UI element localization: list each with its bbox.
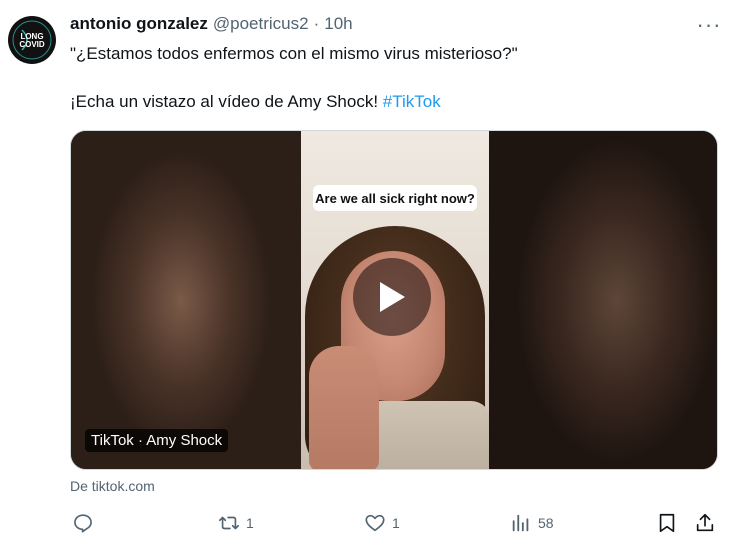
views-count: 58	[538, 515, 554, 531]
header-separator: ·	[313, 14, 320, 33]
share-icon	[696, 513, 714, 532]
link-source[interactable]: De tiktok.com	[70, 478, 155, 494]
views-icon	[512, 514, 529, 532]
retweet-button[interactable]: 1	[218, 508, 254, 538]
author-name[interactable]: antonio gonzalez	[70, 14, 208, 34]
retweet-count: 1	[246, 515, 254, 531]
like-button[interactable]: 1	[364, 508, 400, 538]
retweet-icon	[219, 516, 239, 530]
share-button[interactable]	[694, 508, 716, 538]
avatar[interactable]: LONG COVID	[8, 16, 56, 64]
action-bar: 1 1 58	[70, 508, 720, 538]
timestamp[interactable]: 10h	[324, 14, 352, 34]
video-card[interactable]: Are we all sick right now? TikTok · Amy …	[70, 130, 718, 470]
video-source-badge: TikTok · Amy Shock	[85, 429, 229, 452]
video-blur-left	[71, 131, 301, 469]
play-button[interactable]	[353, 258, 431, 336]
hashtag-link[interactable]: #TikTok	[383, 92, 441, 111]
author-handle[interactable]: @poetricus2	[213, 14, 309, 34]
long-covid-logo: LONG COVID	[9, 17, 55, 63]
avatar-text-bottom: COVID	[19, 40, 45, 49]
video-blur-right	[487, 131, 717, 469]
tweet-header: antonio gonzalez @poetricus2 · 10h	[70, 14, 353, 34]
tweet-body: "¿Estamos todos enfermos con el mismo vi…	[70, 42, 710, 114]
reply-icon	[74, 514, 92, 533]
thumbnail-hand	[309, 346, 379, 469]
tweet-line-1: "¿Estamos todos enfermos con el mismo vi…	[70, 44, 518, 63]
bookmark-icon	[659, 513, 675, 533]
play-icon	[380, 282, 405, 312]
more-options-icon[interactable]: ···	[694, 12, 724, 38]
bookmark-button[interactable]	[656, 508, 678, 538]
like-count: 1	[392, 515, 400, 531]
heart-icon	[365, 514, 385, 532]
reply-button[interactable]	[72, 508, 94, 538]
tweet-line-2: ¡Echa un vistazo al vídeo de Amy Shock! …	[70, 90, 710, 114]
views-button[interactable]: 58	[510, 508, 554, 538]
tweet-line-2-text: ¡Echa un vistazo al vídeo de Amy Shock!	[70, 92, 383, 111]
video-caption: Are we all sick right now?	[313, 185, 477, 211]
